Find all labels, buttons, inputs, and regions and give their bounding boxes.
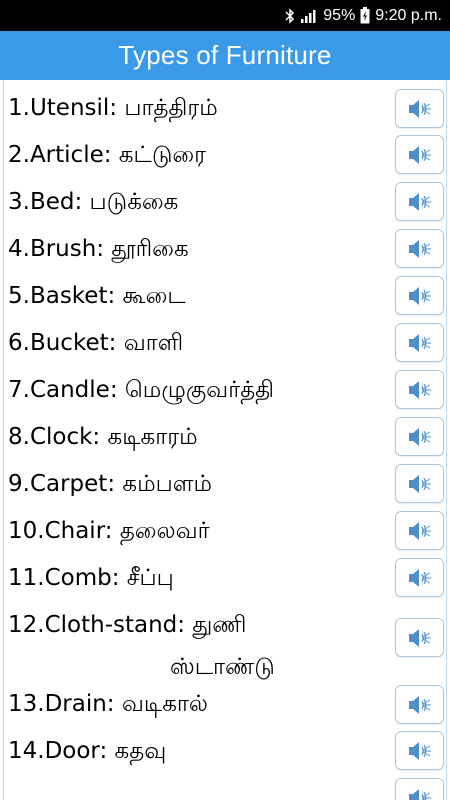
list-item: 5.Basket: கூடை	[4, 273, 446, 320]
word-text: 7.Candle: மெழுகுவர்த்தி	[8, 367, 386, 414]
speak-button[interactable]	[395, 89, 444, 128]
list-item: 6.Bucket: வாளி	[4, 320, 446, 367]
word-text: 10.Chair: தலைவர்	[8, 508, 386, 555]
word-tamil: வடிகால்	[121, 691, 209, 717]
word-label: 1.Utensil:	[8, 95, 118, 121]
word-tamil: படுக்கை	[89, 189, 179, 215]
word-label: 4.Brush:	[8, 236, 105, 262]
word-tamil: சீப்பு	[126, 565, 174, 591]
speak-button[interactable]	[395, 370, 444, 409]
speaker-icon	[407, 567, 433, 589]
speak-button[interactable]	[395, 417, 444, 456]
list-item: 3.Bed: படுக்கை	[4, 179, 446, 226]
speak-button[interactable]	[395, 229, 444, 268]
list-item-partial	[4, 775, 446, 800]
list-item: 1.Utensil: பாத்திரம்	[4, 85, 446, 132]
status-time: 9:20 p.m.	[375, 6, 442, 24]
word-text: 4.Brush: தூரிகை	[8, 226, 386, 273]
list-item: 8.Clock: கடிகாரம்	[4, 414, 446, 461]
word-tamil: கடிகாரம்	[107, 424, 198, 450]
word-label: 14.Door:	[8, 738, 108, 764]
list-item: 14.Door: கதவு	[4, 728, 446, 775]
list-item: 12.Cloth-stand: துணி ஸ்டாண்டு	[4, 602, 446, 690]
speak-button[interactable]	[395, 135, 444, 174]
word-label: 13.Drain:	[8, 691, 115, 717]
speaker-icon	[407, 520, 433, 542]
word-text: 12.Cloth-stand: துணி ஸ்டாண்டு	[8, 604, 386, 688]
list-item: 4.Brush: தூரிகை	[4, 226, 446, 273]
speaker-icon	[407, 627, 433, 649]
speaker-icon	[407, 238, 433, 260]
word-text: 14.Door: கதவு	[8, 728, 386, 775]
speak-button[interactable]	[395, 618, 444, 657]
speak-button[interactable]	[395, 731, 444, 770]
speak-button[interactable]	[395, 182, 444, 221]
word-text: 1.Utensil: பாத்திரம்	[8, 85, 386, 132]
speaker-icon	[407, 426, 433, 448]
speak-button[interactable]	[395, 464, 444, 503]
battery-icon	[360, 7, 370, 24]
word-tamil: பாத்திரம்	[124, 95, 218, 121]
word-tamil: தூரிகை	[111, 236, 189, 262]
word-text: 6.Bucket: வாளி	[8, 320, 386, 367]
word-label: 5.Basket:	[8, 283, 116, 309]
word-label: 3.Bed:	[8, 189, 83, 215]
speak-button[interactable]	[395, 276, 444, 315]
word-tamil: மெழுகுவர்த்தி	[124, 377, 275, 403]
word-tamil: தலைவர்	[119, 518, 210, 544]
word-label: 7.Candle:	[8, 377, 118, 403]
list-item: 7.Candle: மெழுகுவர்த்தி	[4, 367, 446, 414]
word-text: 9.Carpet: கம்பளம்	[8, 461, 386, 508]
word-text: 3.Bed: படுக்கை	[8, 179, 386, 226]
page-title: Types of Furniture	[118, 40, 332, 70]
word-label: 12.Cloth-stand:	[8, 612, 186, 638]
status-icons: 95% 9:20 p.m.	[285, 0, 442, 31]
speak-button[interactable]	[395, 685, 444, 724]
word-text: 11.Comb: சீப்பு	[8, 555, 386, 602]
speaker-icon	[407, 191, 433, 213]
speaker-icon	[407, 144, 433, 166]
word-tamil: கதவு	[114, 738, 167, 764]
word-text: 13.Drain: வடிகால்	[8, 681, 386, 728]
list-item: 11.Comb: சீப்பு	[4, 555, 446, 602]
bluetooth-icon	[285, 7, 295, 24]
speaker-icon	[407, 473, 433, 495]
speaker-icon	[407, 98, 433, 120]
word-text: 8.Clock: கடிகாரம்	[8, 414, 386, 461]
word-label: 11.Comb:	[8, 565, 120, 591]
list-item: 2.Article: கட்டுரை	[4, 132, 446, 179]
word-label: 9.Carpet:	[8, 471, 116, 497]
speaker-icon	[407, 740, 433, 762]
status-bar: 95% 9:20 p.m.	[0, 0, 450, 31]
battery-percent: 95%	[323, 6, 356, 24]
app-bar: Types of Furniture	[0, 31, 450, 80]
list-item: 9.Carpet: கம்பளம்	[4, 461, 446, 508]
speak-button[interactable]	[395, 511, 444, 550]
word-text: 5.Basket: கூடை	[8, 273, 386, 320]
speak-button[interactable]	[395, 323, 444, 362]
list-item: 10.Chair: தலைவர்	[4, 508, 446, 555]
speaker-icon	[407, 285, 433, 307]
list-item: 13.Drain: வடிகால்	[4, 681, 446, 728]
speaker-icon	[407, 787, 433, 800]
word-tamil: கம்பளம்	[122, 471, 212, 497]
speak-button[interactable]	[395, 558, 444, 597]
speaker-icon	[407, 694, 433, 716]
word-tamil: வாளி	[123, 330, 184, 356]
speak-button[interactable]	[395, 778, 444, 800]
word-tamil: கட்டுரை	[118, 142, 206, 168]
word-list[interactable]: 1.Utensil: பாத்திரம் 2.Article: கட்டுரை …	[3, 80, 447, 800]
word-label: 10.Chair:	[8, 518, 113, 544]
word-label: 2.Article:	[8, 142, 112, 168]
speaker-icon	[407, 379, 433, 401]
word-text: 2.Article: கட்டுரை	[8, 132, 386, 179]
speaker-icon	[407, 332, 433, 354]
word-tamil: கூடை	[122, 283, 186, 309]
word-label: 8.Clock:	[8, 424, 101, 450]
word-label: 6.Bucket:	[8, 330, 117, 356]
signal-icon	[300, 8, 318, 24]
